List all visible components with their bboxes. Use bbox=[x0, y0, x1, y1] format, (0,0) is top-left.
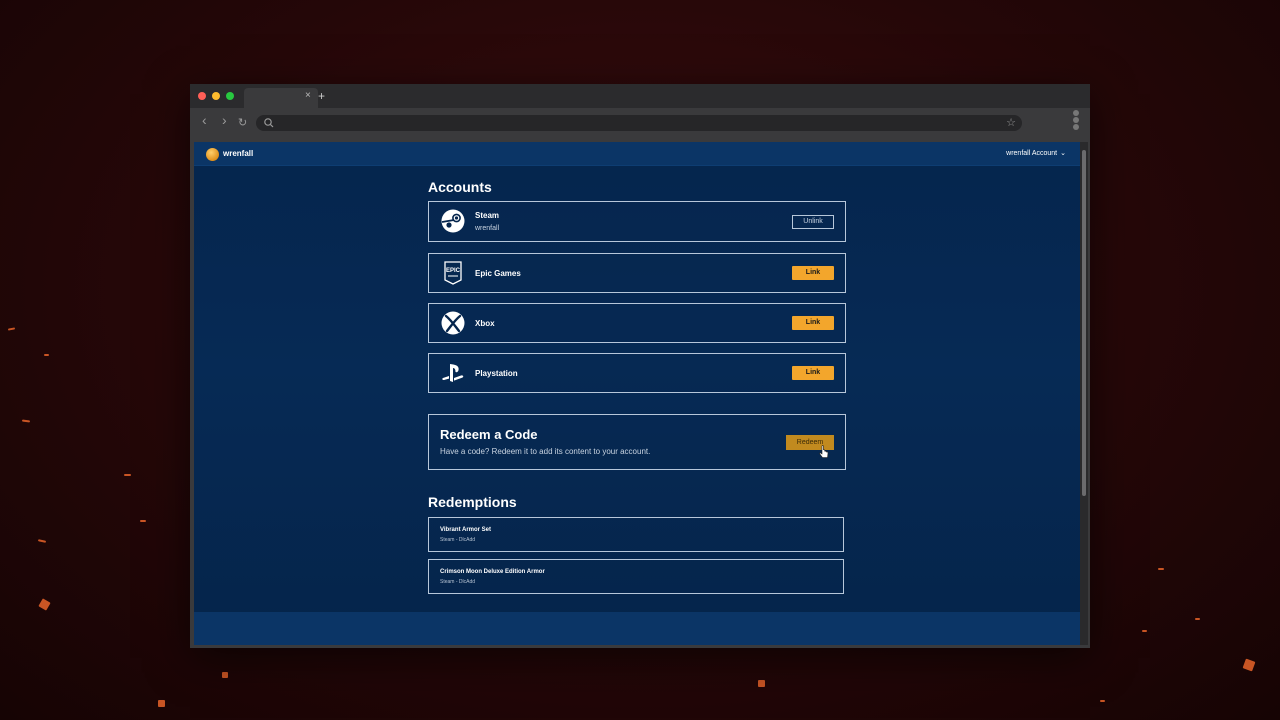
browser-menu-icon[interactable] bbox=[1072, 110, 1080, 132]
account-card-xbox: Xbox Link bbox=[428, 303, 846, 343]
redeem-description: Have a code? Redeem it to add its conten… bbox=[440, 447, 651, 456]
address-bar[interactable]: ☆ bbox=[256, 115, 1022, 131]
site-logo-text[interactable]: wrenfall bbox=[223, 149, 253, 159]
redemption-name: Vibrant Armor Set bbox=[440, 527, 492, 533]
account-card-epic-games: EPIC Epic Games Link bbox=[428, 253, 846, 293]
reload-icon[interactable]: ↻ bbox=[238, 116, 247, 130]
search-icon bbox=[264, 118, 274, 128]
accounts-heading: Accounts bbox=[428, 179, 492, 195]
steam-icon bbox=[441, 209, 465, 233]
link-epic-games-button[interactable]: Link bbox=[792, 266, 834, 280]
svg-text:EPIC: EPIC bbox=[446, 268, 461, 274]
close-window-button[interactable] bbox=[198, 92, 206, 100]
bookmark-star-icon[interactable]: ☆ bbox=[1006, 116, 1016, 130]
redemption-item: Vibrant Armor Set Steam - DlcAdd bbox=[428, 517, 844, 552]
playstation-icon bbox=[442, 364, 464, 382]
back-icon[interactable]: ‹ bbox=[202, 113, 207, 127]
browser-window: × + ‹ › ↻ ☆ wrenfall wrenfall Account ⌄ A… bbox=[190, 84, 1090, 648]
page-viewport: wrenfall wrenfall Account ⌄ Accounts Stea… bbox=[194, 142, 1080, 645]
account-username-steam: wrenfall bbox=[475, 225, 500, 232]
forward-icon[interactable]: › bbox=[222, 113, 227, 127]
redemption-name: Crimson Moon Deluxe Edition Armor bbox=[440, 569, 545, 575]
account-card-playstation: Playstation Link bbox=[428, 353, 846, 393]
mouse-cursor-icon bbox=[819, 445, 829, 458]
maximize-window-button[interactable] bbox=[226, 92, 234, 100]
link-playstation-button[interactable]: Link bbox=[792, 366, 834, 380]
page-scrollbar[interactable] bbox=[1080, 142, 1088, 645]
site-footer bbox=[194, 612, 1080, 645]
browser-toolbar: ‹ › ↻ ☆ bbox=[190, 108, 1090, 138]
minimize-window-button[interactable] bbox=[212, 92, 220, 100]
site-header: wrenfall wrenfall Account ⌄ bbox=[194, 142, 1080, 166]
tab-close-icon[interactable]: × bbox=[305, 90, 311, 102]
scrollbar-thumb[interactable] bbox=[1082, 150, 1086, 496]
redeem-heading: Redeem a Code bbox=[440, 427, 538, 442]
new-tab-button[interactable]: + bbox=[318, 89, 325, 103]
unlink-steam-button[interactable]: Unlink bbox=[792, 215, 834, 229]
epic-games-icon: EPIC bbox=[444, 261, 462, 285]
xbox-icon bbox=[441, 311, 465, 335]
account-menu-label: wrenfall Account bbox=[1006, 150, 1058, 157]
account-name-steam: Steam bbox=[475, 211, 500, 220]
chevron-down-icon: ⌄ bbox=[1060, 150, 1066, 157]
account-name-playstation: Playstation bbox=[475, 369, 518, 378]
account-name-epic-games: Epic Games bbox=[475, 269, 521, 278]
tab-bar: × + bbox=[190, 84, 1090, 108]
wrenfall-logo-icon[interactable] bbox=[206, 148, 219, 161]
redeem-code-card: Redeem a Code Have a code? Redeem it to … bbox=[428, 414, 846, 470]
account-menu-button[interactable]: wrenfall Account ⌄ bbox=[1006, 149, 1066, 159]
redemption-detail: Steam - DlcAdd bbox=[440, 537, 476, 543]
redemption-detail: Steam - DlcAdd bbox=[440, 579, 476, 585]
link-xbox-button[interactable]: Link bbox=[792, 316, 834, 330]
account-name-xbox: Xbox bbox=[475, 319, 495, 328]
redemptions-heading: Redemptions bbox=[428, 494, 517, 510]
redemption-item: Crimson Moon Deluxe Edition Armor Steam … bbox=[428, 559, 844, 594]
account-card-steam: Steam wrenfall Unlink bbox=[428, 201, 846, 242]
